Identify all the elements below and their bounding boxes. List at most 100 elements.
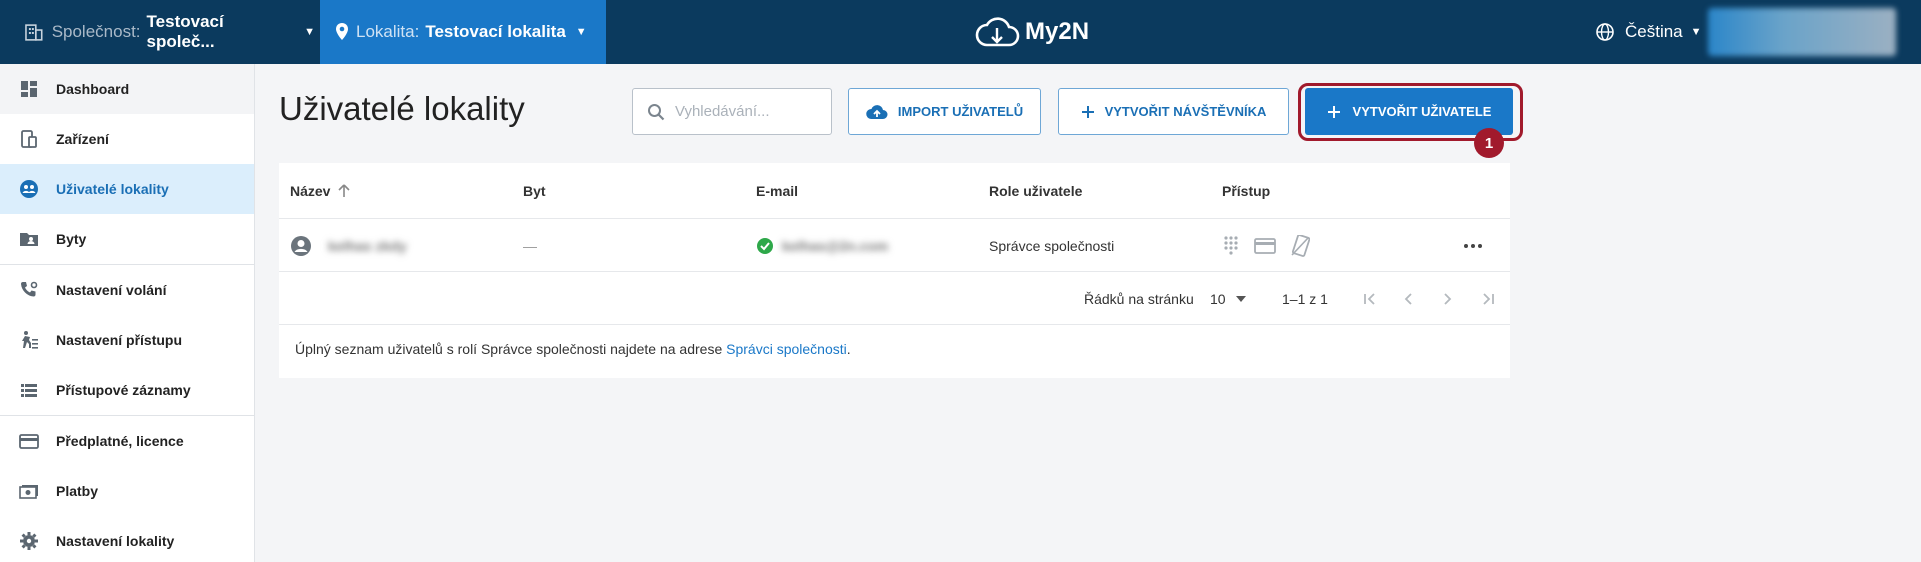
role-cell: Správce společnosti bbox=[989, 238, 1115, 254]
row-more-button[interactable] bbox=[1463, 220, 1483, 272]
company-value: Testovací společ... bbox=[146, 12, 224, 51]
table-pagination: Řádků na stránku 10 1–1 z 1 bbox=[279, 273, 1510, 325]
import-users-button[interactable]: IMPORT UŽIVATELŮ bbox=[848, 88, 1041, 135]
table-header: Název Byt E-mail Role uživatele Přístup bbox=[279, 163, 1510, 219]
sidebar-item-label: Platby bbox=[56, 483, 99, 499]
step-badge: 1 bbox=[1474, 128, 1504, 158]
last-page-icon bbox=[1483, 293, 1494, 305]
sidebar-item-label: Předplatné, licence bbox=[56, 433, 184, 449]
user-avatar-icon bbox=[291, 236, 311, 256]
sidebar-item-label: Nastavení volání bbox=[56, 282, 167, 298]
dashboard-icon bbox=[18, 78, 40, 100]
chevron-down-icon bbox=[1235, 296, 1246, 302]
chevron-down-icon: ▼ bbox=[1690, 26, 1702, 38]
table-row[interactable]: kelhas zkdy — kelhas@2n.com Správce spol… bbox=[279, 220, 1510, 272]
access-icon bbox=[18, 329, 40, 351]
payment-icon bbox=[18, 480, 40, 502]
column-header-label: Název bbox=[290, 183, 331, 199]
create-user-label: VYTVOŘIT UŽIVATELE bbox=[1352, 104, 1492, 119]
create-visitor-label: VYTVOŘIT NÁVŠTĚVNÍKA bbox=[1104, 104, 1267, 119]
user-email: kelhas@2n.com bbox=[782, 238, 889, 254]
cloud-logo-icon bbox=[975, 17, 1020, 47]
sidebar-item-access-settings[interactable]: Nastavení přístupu bbox=[0, 315, 254, 365]
search-icon bbox=[648, 103, 665, 120]
rows-per-page-label: Řádků na stránku bbox=[1084, 291, 1194, 307]
column-email[interactable]: E-mail bbox=[756, 183, 798, 199]
mobile-key-icon bbox=[1291, 235, 1310, 257]
keypad-icon bbox=[1224, 236, 1238, 255]
users-table-card: Název Byt E-mail Role uživatele Přístup … bbox=[279, 163, 1510, 378]
create-user-button[interactable]: VYTVOŘIT UŽIVATELE bbox=[1305, 88, 1513, 135]
sidebar-item-dashboard[interactable]: Dashboard bbox=[0, 64, 254, 114]
sidebar-item-call-settings[interactable]: Nastavení volání bbox=[0, 265, 254, 315]
language-label: Čeština bbox=[1625, 22, 1683, 41]
sidebar: Dashboard Zařízení Uživatelé lokality By… bbox=[0, 64, 255, 562]
last-page-button[interactable] bbox=[1481, 273, 1495, 325]
create-visitor-button[interactable]: VYTVOŘIT NÁVŠTĚVNÍKA bbox=[1058, 88, 1289, 135]
chevron-down-icon: ▼ bbox=[304, 26, 315, 38]
sort-arrow-up-icon bbox=[338, 184, 351, 197]
rows-per-page-select[interactable]: 10 bbox=[1210, 273, 1246, 325]
sidebar-item-devices[interactable]: Zařízení bbox=[0, 114, 254, 164]
email-cell: kelhas@2n.com bbox=[756, 220, 888, 272]
building-icon bbox=[25, 24, 43, 41]
column-name[interactable]: Název bbox=[290, 183, 351, 199]
sidebar-item-label: Dashboard bbox=[56, 81, 130, 97]
sidebar-item-site-users[interactable]: Uživatelé lokality bbox=[0, 164, 254, 214]
first-page-button[interactable] bbox=[1363, 273, 1377, 325]
company-admins-note: Úplný seznam uživatelů s rolí Správce sp… bbox=[295, 341, 851, 357]
search-input[interactable] bbox=[675, 103, 825, 120]
logo-text: My2N bbox=[1025, 18, 1090, 45]
sidebar-item-subscription[interactable]: Předplatné, licence bbox=[0, 416, 254, 466]
my2n-logo[interactable]: My2N bbox=[975, 12, 1089, 52]
sidebar-item-site-settings[interactable]: Nastavení lokality bbox=[0, 516, 254, 562]
chevron-down-icon: ▼ bbox=[575, 26, 587, 38]
card-icon bbox=[18, 430, 40, 452]
column-role[interactable]: Role uživatele bbox=[989, 183, 1082, 199]
location-pin-icon bbox=[336, 23, 348, 40]
sidebar-item-label: Nastavení přístupu bbox=[56, 332, 183, 348]
next-page-button[interactable] bbox=[1443, 273, 1453, 325]
sidebar-item-apartments[interactable]: Byty bbox=[0, 214, 254, 264]
site-label: Lokalita: bbox=[356, 22, 420, 41]
column-apartment[interactable]: Byt bbox=[523, 183, 546, 199]
top-bar: Společnost: Testovací společ... ▼ Lokali… bbox=[0, 0, 1921, 64]
sidebar-item-label: Zařízení bbox=[56, 131, 109, 147]
company-selector[interactable]: Společnost: Testovací společ... ▼ bbox=[0, 0, 315, 64]
site-value: Testovací lokalita bbox=[425, 22, 566, 41]
users-icon bbox=[18, 178, 40, 200]
user-menu[interactable] bbox=[1708, 8, 1896, 56]
sidebar-item-label: Uživatelé lokality bbox=[56, 181, 169, 197]
apartment-cell: — bbox=[523, 238, 537, 254]
user-name: kelhas zkdy bbox=[328, 238, 407, 254]
sidebar-item-label: Přístupové záznamy bbox=[56, 382, 191, 398]
column-access[interactable]: Přístup bbox=[1222, 183, 1270, 199]
rows-per-page-value: 10 bbox=[1210, 291, 1226, 307]
sidebar-item-payments[interactable]: Platby bbox=[0, 466, 254, 516]
site-selector[interactable]: Lokalita: Testovací lokalita ▼ bbox=[320, 0, 606, 64]
language-selector[interactable]: Čeština ▼ bbox=[1595, 0, 1702, 64]
search-box[interactable] bbox=[632, 88, 832, 135]
user-name-cell: kelhas zkdy bbox=[290, 220, 407, 272]
company-admins-link[interactable]: Správci společnosti bbox=[726, 341, 847, 357]
access-cell bbox=[1222, 220, 1310, 272]
device-icon bbox=[18, 128, 40, 150]
prev-page-button[interactable] bbox=[1403, 273, 1413, 325]
list-icon bbox=[18, 379, 40, 401]
page-range: 1–1 z 1 bbox=[1282, 291, 1328, 307]
globe-icon bbox=[1596, 23, 1614, 41]
plus-icon bbox=[1081, 105, 1094, 118]
note-text: Úplný seznam uživatelů s rolí Správce sp… bbox=[295, 341, 727, 357]
chevron-right-icon bbox=[1444, 293, 1452, 305]
sidebar-item-label: Nastavení lokality bbox=[56, 533, 175, 549]
gear-icon bbox=[18, 530, 40, 552]
cloud-upload-icon bbox=[866, 104, 888, 119]
verified-check-icon bbox=[757, 238, 773, 254]
note-end: . bbox=[846, 341, 851, 357]
more-horizontal-icon bbox=[1464, 244, 1482, 248]
chevron-left-icon bbox=[1404, 293, 1412, 305]
card-icon bbox=[1254, 238, 1276, 254]
plus-icon bbox=[1327, 105, 1340, 118]
sidebar-item-access-logs[interactable]: Přístupové záznamy bbox=[0, 365, 254, 415]
phone-settings-icon bbox=[18, 279, 40, 301]
